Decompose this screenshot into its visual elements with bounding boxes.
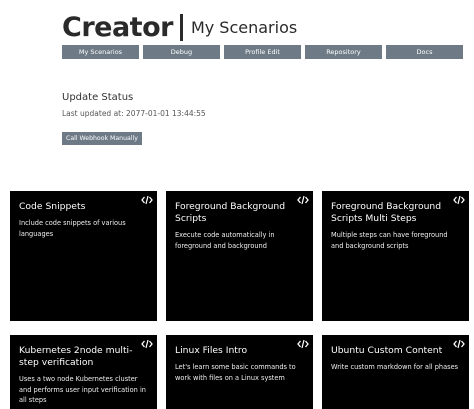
scenario-title: Linux Files Intro — [175, 345, 248, 356]
update-status-section: Update Status Last updated at: 2077-01-0… — [62, 92, 206, 145]
nav-repository-button[interactable]: Repository — [305, 45, 382, 59]
scenario-card[interactable]: Ubuntu Custom Content Write custom markd… — [322, 335, 469, 409]
header: Creator My Scenarios — [62, 8, 297, 46]
nav-profile-edit-button[interactable]: Profile Edit — [224, 45, 301, 59]
code-icon[interactable] — [453, 195, 465, 205]
code-icon[interactable] — [141, 339, 153, 349]
scenario-grid: Code Snippets Include code snippets of v… — [10, 191, 469, 409]
scenario-card[interactable]: Kubernetes 2node multi-step verification… — [10, 335, 157, 409]
nav-docs-button[interactable]: Docs — [386, 45, 463, 59]
code-icon[interactable] — [297, 339, 309, 349]
scenario-card[interactable]: Foreground Background Scripts Execute co… — [166, 191, 313, 321]
nav-debug-button[interactable]: Debug — [143, 45, 220, 59]
page-subtitle: My Scenarios — [190, 17, 298, 37]
top-nav: My Scenarios Debug Profile Edit Reposito… — [62, 45, 463, 59]
scenario-description: Write custom markdown for all phases — [331, 363, 459, 371]
update-status-heading: Update Status — [62, 92, 134, 103]
app-title: Creator — [62, 11, 173, 43]
scenario-card[interactable]: Code Snippets Include code snippets of v… — [10, 191, 157, 321]
scenario-title: Foreground Background Scripts Multi Step… — [331, 201, 442, 224]
code-icon[interactable] — [141, 195, 153, 205]
scenario-description: Uses a two node Kubernetes cluster and p… — [19, 375, 146, 404]
scenario-title: Ubuntu Custom Content — [331, 345, 443, 356]
scenario-card[interactable]: Foreground Background Scripts Multi Step… — [322, 191, 469, 321]
scenario-description: Multiple steps can have foreground and b… — [331, 231, 448, 250]
scenario-title: Foreground Background Scripts — [175, 201, 286, 224]
scenario-description: Execute code automatically in foreground… — [175, 231, 275, 250]
scenario-title: Code Snippets — [19, 201, 86, 212]
scenario-description: Include code snippets of various languag… — [19, 219, 126, 238]
scenario-title: Kubernetes 2node multi-step verification — [19, 345, 133, 368]
call-webhook-button[interactable]: Call Webhook Manually — [62, 132, 142, 145]
code-icon[interactable] — [297, 195, 309, 205]
last-updated-text: Last updated at: 2077-01-01 13:44:55 — [62, 109, 206, 118]
scenario-card[interactable]: Linux Files Intro Let's learn some basic… — [166, 335, 313, 409]
code-icon[interactable] — [453, 339, 465, 349]
scenario-description: Let's learn some basic commands to work … — [175, 363, 296, 382]
title-divider — [179, 13, 183, 41]
nav-my-scenarios-button[interactable]: My Scenarios — [62, 45, 139, 59]
